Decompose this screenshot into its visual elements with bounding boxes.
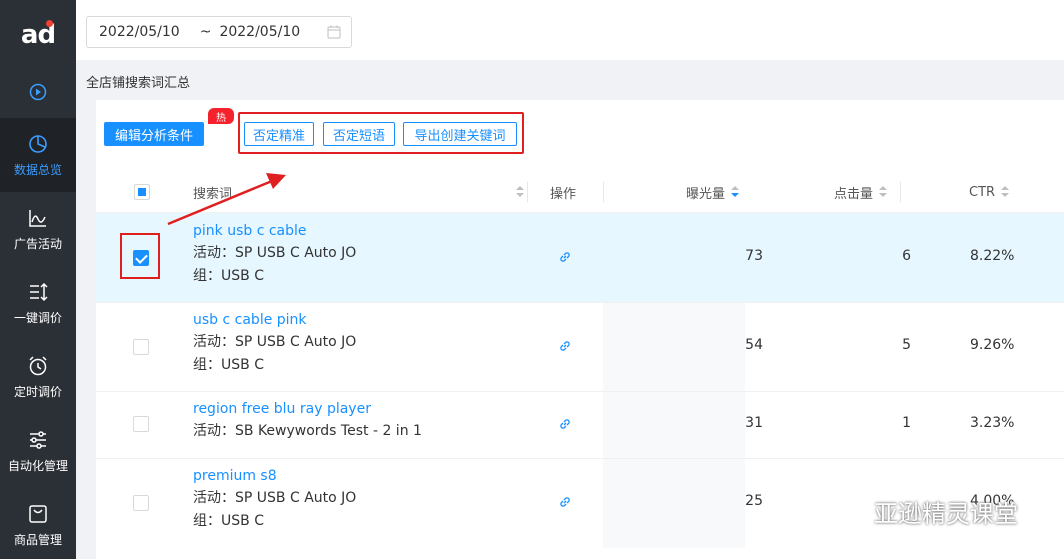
- pie-chart-icon: [29, 134, 47, 153]
- app-logo[interactable]: ad: [0, 0, 76, 70]
- watermark: 亚逊精灵课堂: [836, 494, 1018, 529]
- line-chart-icon: [29, 209, 46, 227]
- sidebar-item-overview[interactable]: 数据总览: [0, 118, 76, 192]
- sidebar-item-label: 数据总览: [13, 162, 62, 177]
- sidebar-item-label: 自动化管理: [7, 458, 68, 473]
- sidebar: ad 数据总览 广告活动 一键调价 定时调价 自动化管理 商品管理: [0, 0, 76, 559]
- sidebar-item-bid-adjust[interactable]: 一键调价: [0, 266, 76, 340]
- play-circle-icon: [29, 83, 47, 101]
- sidebar-item-automation[interactable]: 自动化管理: [0, 414, 76, 488]
- sidebar-item-label: 广告活动: [13, 236, 62, 251]
- nav-play-button[interactable]: [0, 72, 76, 112]
- wechat-icon: [837, 499, 864, 522]
- sidebar-item-campaigns[interactable]: 广告活动: [0, 192, 76, 266]
- sidebar-item-label: 商品管理: [13, 532, 62, 547]
- sidebar-item-label: 定时调价: [13, 384, 62, 399]
- sort-icon: [30, 282, 48, 301]
- sidebar-item-products[interactable]: 商品管理: [0, 488, 76, 559]
- sidebar-item-scheduled-bid[interactable]: 定时调价: [0, 340, 76, 414]
- shopping-bag-icon: [29, 504, 47, 523]
- logo-dot: [46, 20, 53, 27]
- annotation-arrow: [167, 173, 286, 226]
- watermark-text: 亚逊精灵课堂: [874, 500, 1018, 528]
- main-content: 2022/05/10 ~ 2022/05/10 全店铺搜索词汇总 编辑分析条件 …: [76, 0, 1064, 559]
- sliders-icon: [30, 430, 46, 449]
- sidebar-item-label: 一键调价: [13, 310, 62, 325]
- alarm-clock-icon: [29, 355, 47, 375]
